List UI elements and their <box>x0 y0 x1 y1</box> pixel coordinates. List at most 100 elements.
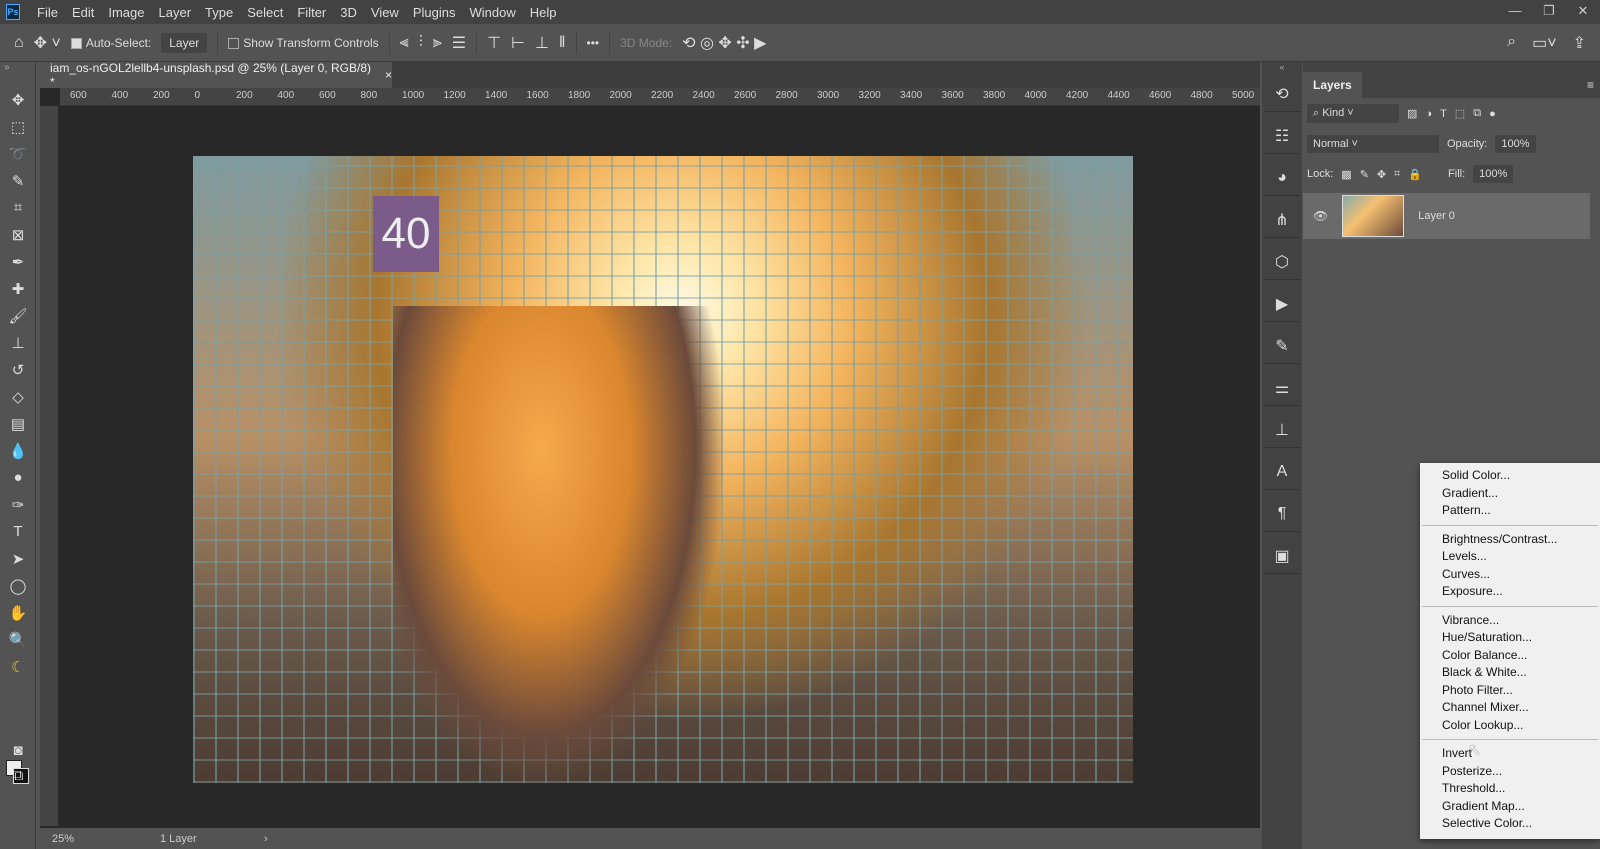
lasso-tool-icon[interactable]: ➰ <box>0 140 36 167</box>
distribute-vertical-icon[interactable]: ‖ <box>559 34 566 52</box>
eraser-tool-icon[interactable]: ◇ <box>0 383 36 410</box>
menu-type[interactable]: Type <box>198 5 240 20</box>
zoom-level[interactable]: 25% <box>40 833 160 845</box>
menu-item-color-balance[interactable]: Color Balance... <box>1420 647 1600 665</box>
channels-panel-icon[interactable]: ◕ <box>1264 160 1300 196</box>
align-bottom-icon[interactable]: ⊥ <box>535 33 549 53</box>
healing-brush-tool-icon[interactable]: ✚ <box>0 275 36 302</box>
filter-pixel-icon[interactable]: ▨ <box>1407 107 1417 120</box>
blend-mode-dropdown[interactable]: Normal ˅ <box>1307 135 1439 153</box>
ellipse-tool-icon[interactable]: ◯ <box>0 572 36 599</box>
menu-plugins[interactable]: Plugins <box>406 5 463 20</box>
workspace-icon[interactable]: ▭˅ <box>1532 33 1556 53</box>
lock-all-icon[interactable]: 🔒 <box>1408 168 1422 181</box>
menu-item-vibrance[interactable]: Vibrance... <box>1420 612 1600 630</box>
libraries-panel-icon[interactable]: ▣ <box>1264 538 1300 574</box>
menu-item-color-lookup[interactable]: Color Lookup... <box>1420 717 1600 735</box>
restore-button[interactable]: ❐ <box>1532 0 1566 22</box>
menu-item-invert[interactable]: Invert <box>1420 745 1600 763</box>
zoom-tool-icon[interactable]: 🔍 <box>0 626 36 653</box>
lock-artboard-icon[interactable]: ⌗ <box>1394 168 1400 181</box>
lock-position-icon[interactable]: ✥ <box>1377 168 1386 181</box>
eyedropper-tool-icon[interactable]: ✒ <box>0 248 36 275</box>
frame-tool-icon[interactable]: ⊠ <box>0 221 36 248</box>
stamp-tool-icon[interactable]: ⊥ <box>0 329 36 356</box>
menu-item-hue-saturation[interactable]: Hue/Saturation... <box>1420 629 1600 647</box>
pen-tool-icon[interactable]: ✑ <box>0 491 36 518</box>
menu-item-pattern[interactable]: Pattern... <box>1420 502 1600 520</box>
crop-tool-icon[interactable]: ⌗ <box>0 194 36 221</box>
menu-file[interactable]: File <box>30 5 65 20</box>
menu-filter[interactable]: Filter <box>290 5 333 20</box>
collapse-icon[interactable]: » <box>0 62 35 86</box>
paragraph-panel-icon[interactable]: ¶ <box>1264 496 1300 532</box>
actions-panel-icon[interactable]: ▶ <box>1264 286 1300 322</box>
menu-item-gradient-map[interactable]: Gradient Map... <box>1420 798 1600 816</box>
marquee-tool-icon[interactable]: ⬚ <box>0 113 36 140</box>
filter-type-icon[interactable]: T <box>1440 108 1447 120</box>
close-tab-button[interactable]: × <box>385 68 392 82</box>
menu-view[interactable]: View <box>364 5 406 20</box>
gradient-tool-icon[interactable]: ▤ <box>0 410 36 437</box>
search-icon[interactable]: ⌕ <box>1507 33 1516 53</box>
auto-select-checkbox[interactable]: Auto-Select: <box>70 36 151 50</box>
menu-item-photo-filter[interactable]: Photo Filter... <box>1420 682 1600 700</box>
close-window-button[interactable]: ✕ <box>1566 0 1600 22</box>
screen-mode-icon[interactable]: ⧉ <box>0 762 36 789</box>
tab-layers[interactable]: Layers <box>1303 72 1362 98</box>
path-select-tool-icon[interactable]: ➤ <box>0 545 36 572</box>
status-expand-arrow[interactable]: › <box>264 833 268 845</box>
clone-source-icon[interactable]: ⊥ <box>1264 412 1300 448</box>
menu-window[interactable]: Window <box>462 5 522 20</box>
align-center-icon[interactable]: ⫶ <box>419 34 423 52</box>
filter-kind-dropdown[interactable]: ⌕ Kind ˅ <box>1307 104 1399 123</box>
document-tab[interactable]: iam_os-nGOL2lellb4-unsplash.psd @ 25% (L… <box>40 61 392 89</box>
history-brush-tool-icon[interactable]: ↺ <box>0 356 36 383</box>
quick-mask-icon[interactable]: ◙ <box>0 737 36 764</box>
minimize-button[interactable]: — <box>1498 0 1532 22</box>
menu-item-channel-mixer[interactable]: Channel Mixer... <box>1420 699 1600 717</box>
brush-settings-icon[interactable]: ✎ <box>1264 328 1300 364</box>
menu-item-exposure[interactable]: Exposure... <box>1420 583 1600 601</box>
menu-item-solid-color[interactable]: Solid Color... <box>1420 467 1600 485</box>
menu-3d[interactable]: 3D <box>333 5 364 20</box>
menu-item-selective-color[interactable]: Selective Color... <box>1420 815 1600 833</box>
banana-icon[interactable]: ☾ <box>0 653 36 680</box>
align-right-icon[interactable]: ⫸ <box>433 34 442 52</box>
history-panel-icon[interactable]: ⟲ <box>1264 76 1300 112</box>
filter-toggle[interactable]: ● <box>1489 108 1496 120</box>
filter-adjustment-icon[interactable]: ◑ <box>1425 108 1432 120</box>
move-tool-icon[interactable]: ✥ <box>0 86 36 113</box>
home-icon[interactable]: ⌂ <box>14 34 24 52</box>
paths-panel-icon[interactable]: ⋔ <box>1264 202 1300 238</box>
lock-transparent-icon[interactable]: ▩ <box>1341 168 1351 181</box>
menu-image[interactable]: Image <box>101 5 151 20</box>
brush-tool-icon[interactable]: 🖌 <box>0 302 36 329</box>
menu-edit[interactable]: Edit <box>65 5 101 20</box>
character-panel-icon[interactable]: A <box>1264 454 1300 490</box>
visibility-eye-icon[interactable]: 👁 <box>1313 209 1328 223</box>
share-icon[interactable]: ⇪ <box>1573 33 1586 53</box>
quick-select-tool-icon[interactable]: ✎ <box>0 167 36 194</box>
menu-layer[interactable]: Layer <box>152 5 199 20</box>
align-top-icon[interactable]: ⊤ <box>487 33 501 53</box>
menu-item-posterize[interactable]: Posterize... <box>1420 763 1600 781</box>
show-transform-controls-checkbox[interactable]: Show Transform Controls <box>228 36 379 50</box>
fill-field[interactable]: 100% <box>1473 165 1514 183</box>
auto-select-target-dropdown[interactable]: Layer <box>161 32 208 53</box>
canvas-image[interactable]: 40 <box>193 156 1133 783</box>
menu-item-levels[interactable]: Levels... <box>1420 548 1600 566</box>
properties-panel-icon[interactable]: ⚌ <box>1264 370 1300 406</box>
hand-tool-icon[interactable]: ✋ <box>0 599 36 626</box>
menu-item-curves[interactable]: Curves... <box>1420 566 1600 584</box>
menu-select[interactable]: Select <box>240 5 290 20</box>
menu-help[interactable]: Help <box>523 5 564 20</box>
align-left-icon[interactable]: ⫷ <box>400 34 409 52</box>
more-options-button[interactable]: ••• <box>587 36 600 50</box>
distribute-icon[interactable]: ☰ <box>452 33 466 53</box>
blur-tool-icon[interactable]: 💧 <box>0 437 36 464</box>
menu-item-threshold[interactable]: Threshold... <box>1420 780 1600 798</box>
menu-item-brightness-contrast[interactable]: Brightness/Contrast... <box>1420 531 1600 549</box>
filter-shape-icon[interactable]: ⬚ <box>1455 107 1465 120</box>
align-middle-icon[interactable]: ⊢ <box>511 33 525 53</box>
